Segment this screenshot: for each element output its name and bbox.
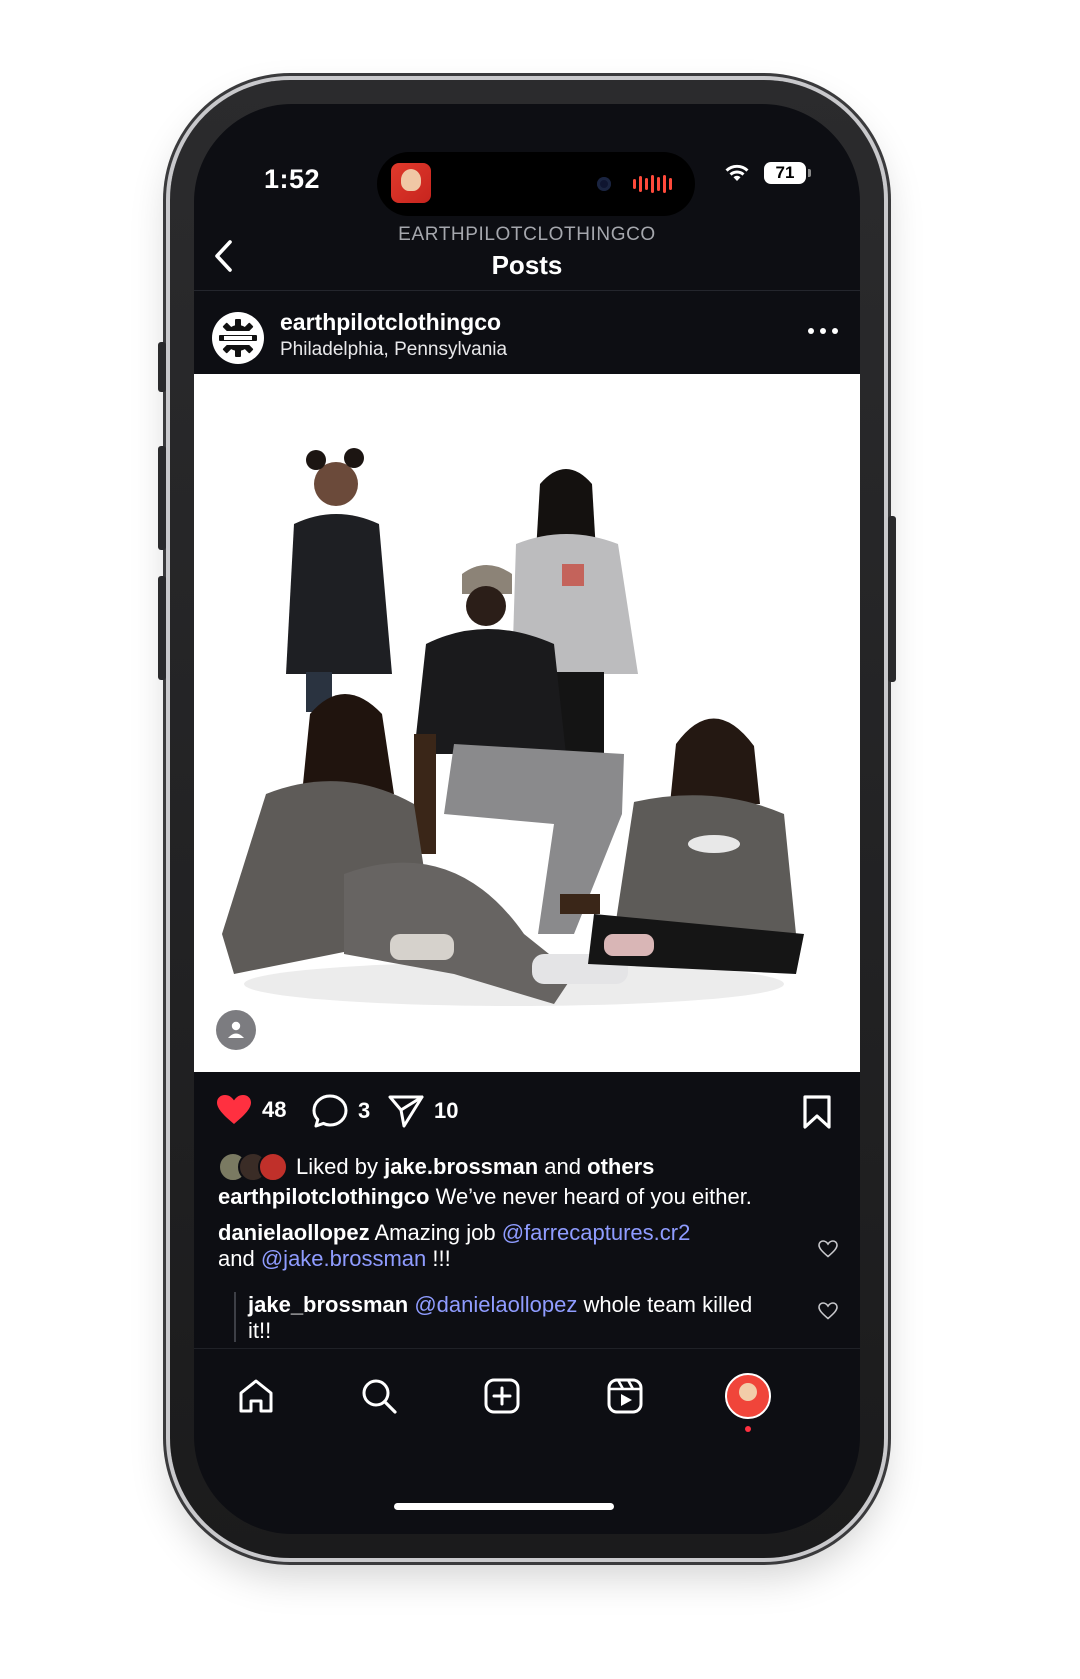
status-time: 1:52: [264, 164, 321, 194]
phone-frame: 1:52 71 EARTHPILOTCLOTHINGCO Posts earth…: [158, 80, 896, 1558]
now-playing-artwork: [391, 163, 431, 203]
post-caption: earthpilotclothingco We’ve never heard o…: [218, 1184, 840, 1210]
create-icon: [484, 1378, 520, 1414]
home-indicator[interactable]: [394, 1503, 614, 1510]
reply-mention[interactable]: @danielaollopez: [414, 1292, 577, 1317]
post-username[interactable]: earthpilotclothingco: [280, 309, 501, 336]
tabbar-divider: [194, 1348, 860, 1349]
header-account: EARTHPILOTCLOTHINGCO: [398, 224, 656, 245]
comment-item: danielaollopez Amazing job @farrecapture…: [218, 1220, 800, 1272]
likes-count: 48: [262, 1097, 287, 1122]
liked-by-row[interactable]: Liked by jake.brossman and others: [218, 1152, 654, 1182]
comments-count: 3: [358, 1098, 371, 1123]
screen: 1:52 71 EARTHPILOTCLOTHINGCO Posts earth…: [194, 104, 860, 1534]
reply-thread-line: [234, 1292, 236, 1342]
share-icon[interactable]: [388, 1094, 424, 1128]
tab-reels[interactable]: [593, 1364, 657, 1428]
comment-like-icon[interactable]: [818, 1240, 838, 1258]
comment-mention[interactable]: @jake.brossman: [261, 1246, 426, 1271]
bookmark-icon[interactable]: [802, 1094, 832, 1130]
post-location[interactable]: Philadelphia, Pennsylvania: [280, 339, 507, 361]
tab-search[interactable]: [347, 1364, 411, 1428]
page-title: Posts: [491, 250, 563, 280]
profile-avatar: [725, 1373, 771, 1419]
comment-mention[interactable]: @farrecaptures.cr2: [502, 1220, 691, 1245]
audio-waveform-icon: [633, 174, 672, 194]
comment-text: and: [218, 1246, 255, 1271]
wifi-icon: [725, 164, 749, 181]
tab-create[interactable]: [470, 1364, 534, 1428]
comment-text: !!!: [432, 1246, 451, 1271]
tag-people-icon[interactable]: [216, 1010, 256, 1050]
reply-item: jake_brossman @danielaollopez whole team…: [248, 1292, 764, 1344]
volume-down-button: [158, 576, 166, 680]
dynamic-island[interactable]: [377, 152, 695, 216]
notification-dot: [745, 1426, 751, 1432]
tab-profile[interactable]: [716, 1364, 780, 1432]
search-icon: [362, 1379, 397, 1414]
group-photo-illustration: [194, 374, 812, 1072]
share-action[interactable]: 10: [388, 1094, 458, 1128]
liked-by-user[interactable]: jake.brossman: [384, 1154, 538, 1180]
bottom-tab-bar: [194, 1364, 860, 1432]
liked-by-avatars: [218, 1152, 288, 1182]
battery-indicator: 71: [764, 162, 811, 184]
reels-icon: [607, 1378, 643, 1414]
comment-icon[interactable]: [312, 1094, 348, 1128]
heart-filled-icon[interactable]: [216, 1094, 252, 1126]
liker-avatar: [258, 1152, 288, 1182]
caption-username[interactable]: earthpilotclothingco: [218, 1184, 429, 1209]
shares-count: 10: [434, 1098, 459, 1123]
gear-logo-icon: [219, 319, 257, 357]
caption-text: We’ve never heard of you either.: [435, 1184, 752, 1209]
power-button: [888, 516, 896, 682]
mute-switch: [158, 342, 166, 392]
volume-up-button: [158, 446, 166, 550]
comment-username[interactable]: danielaollopez: [218, 1220, 370, 1245]
post-actions: 48 3 10: [216, 1094, 838, 1134]
comment-text: Amazing job: [374, 1220, 496, 1245]
post-photo[interactable]: [194, 374, 860, 1072]
front-camera: [597, 177, 611, 191]
more-icon[interactable]: [808, 328, 838, 338]
reply-like-icon[interactable]: [818, 1302, 838, 1320]
comment-action[interactable]: 3: [312, 1094, 370, 1128]
status-indicators: 71: [724, 162, 811, 184]
tab-home[interactable]: [224, 1364, 288, 1428]
like-action[interactable]: 48: [216, 1094, 286, 1126]
account-avatar[interactable]: [212, 312, 264, 364]
liked-by-and: and: [544, 1154, 581, 1179]
person-icon: [228, 1021, 244, 1038]
liked-by-prefix: Liked by: [296, 1154, 378, 1179]
home-icon: [239, 1379, 273, 1413]
reply-username[interactable]: jake_brossman: [248, 1292, 408, 1317]
liked-by-others[interactable]: others: [587, 1154, 654, 1180]
header-divider: [194, 290, 860, 291]
